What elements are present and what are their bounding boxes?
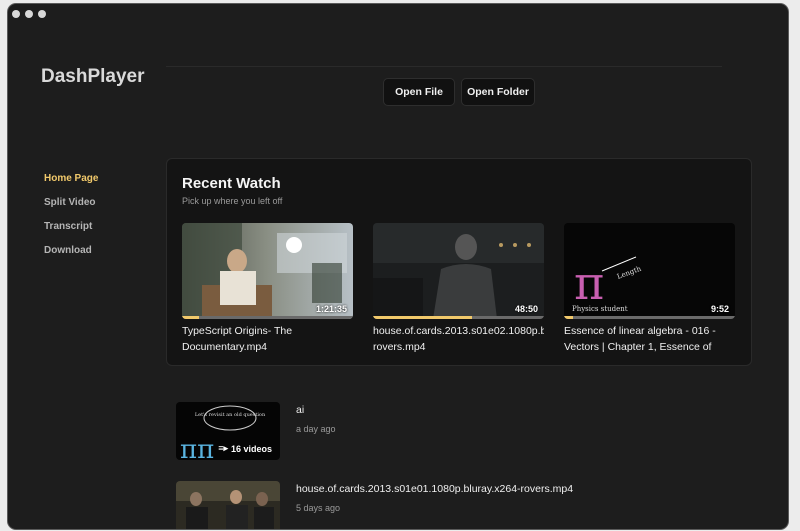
close-window-button[interactable] <box>12 10 20 18</box>
watch-progress-bar <box>182 316 353 319</box>
video-count: 16 videos <box>230 443 272 454</box>
sidebar-item-download[interactable]: Download <box>44 244 98 268</box>
video-name: house.of.cards.2013.s01e02.1080p.bluray.… <box>373 325 544 353</box>
video-thumbnail-image <box>176 481 280 529</box>
video-duration: 9:52 <box>710 304 729 314</box>
recent-watch-title: Recent Watch <box>182 175 281 192</box>
window-controls <box>12 10 46 18</box>
recent-video-card[interactable]: π Length Physics student 9:52 Essence of… <box>564 223 735 355</box>
history-item-title: house.of.cards.2013.s01e01.1080p.bluray.… <box>296 483 574 495</box>
watch-progress-bar <box>373 316 544 319</box>
video-thumbnail: 48:50 <box>373 223 544 319</box>
physics-student-label: Physics student <box>572 305 628 313</box>
recent-video-card[interactable]: 48:50 house.of.cards.2013.s01e02.1080p.b… <box>373 223 544 355</box>
open-folder-button[interactable]: Open Folder <box>461 78 535 106</box>
recent-video-card[interactable]: 1:21:35 TypeScript Origins- The Document… <box>182 223 353 355</box>
app-window: DashPlayer Open File Open Folder Home Pa… <box>8 4 788 529</box>
sidebar-item-home-page[interactable]: Home Page <box>44 172 98 196</box>
history-item-time: a day ago <box>296 424 336 434</box>
speech-bubble-text: Let's revisit an old question <box>195 412 266 418</box>
video-duration: 1:21:35 <box>315 304 347 314</box>
pi-creatures-icon: ππ <box>180 435 214 460</box>
playlist-icon: ≡▸ <box>218 443 228 453</box>
video-count-badge: ≡▸ 16 videos <box>218 443 272 454</box>
video-thumbnail <box>176 481 280 529</box>
header-divider <box>166 66 722 67</box>
watch-progress-fill <box>564 316 573 319</box>
minimize-window-button[interactable] <box>25 10 33 18</box>
watch-progress-fill <box>373 316 473 319</box>
video-thumbnail: π Length Physics student 9:52 <box>564 223 735 319</box>
recent-watch-subtitle: Pick up where you left off <box>182 196 283 206</box>
sidebar-nav: Home Page Split Video Transcript Downloa… <box>44 172 98 268</box>
recent-watch-panel: Recent Watch Pick up where you left off <box>166 158 752 366</box>
watch-progress-fill <box>182 316 200 319</box>
video-name: Essence of linear algebra - 016 - Vector… <box>564 325 716 353</box>
video-thumbnail-image: π Length Physics student <box>564 223 735 319</box>
open-file-button[interactable]: Open File <box>383 78 455 106</box>
video-name: TypeScript Origins- The Documentary.mp4 <box>182 325 293 353</box>
pi-symbol: π <box>574 256 604 310</box>
folder-thumbnail: Let's revisit an old question ππ ≡▸ 16 v… <box>176 402 280 460</box>
app-title: DashPlayer <box>41 66 145 87</box>
sidebar-item-transcript[interactable]: Transcript <box>44 220 98 244</box>
maximize-window-button[interactable] <box>38 10 46 18</box>
history-item-time: 5 days ago <box>296 503 341 513</box>
watch-progress-bar <box>564 316 735 319</box>
history-item-title: ai <box>296 404 305 416</box>
sidebar-item-split-video[interactable]: Split Video <box>44 196 98 220</box>
video-duration: 48:50 <box>514 304 538 314</box>
video-thumbnail: 1:21:35 <box>182 223 353 319</box>
